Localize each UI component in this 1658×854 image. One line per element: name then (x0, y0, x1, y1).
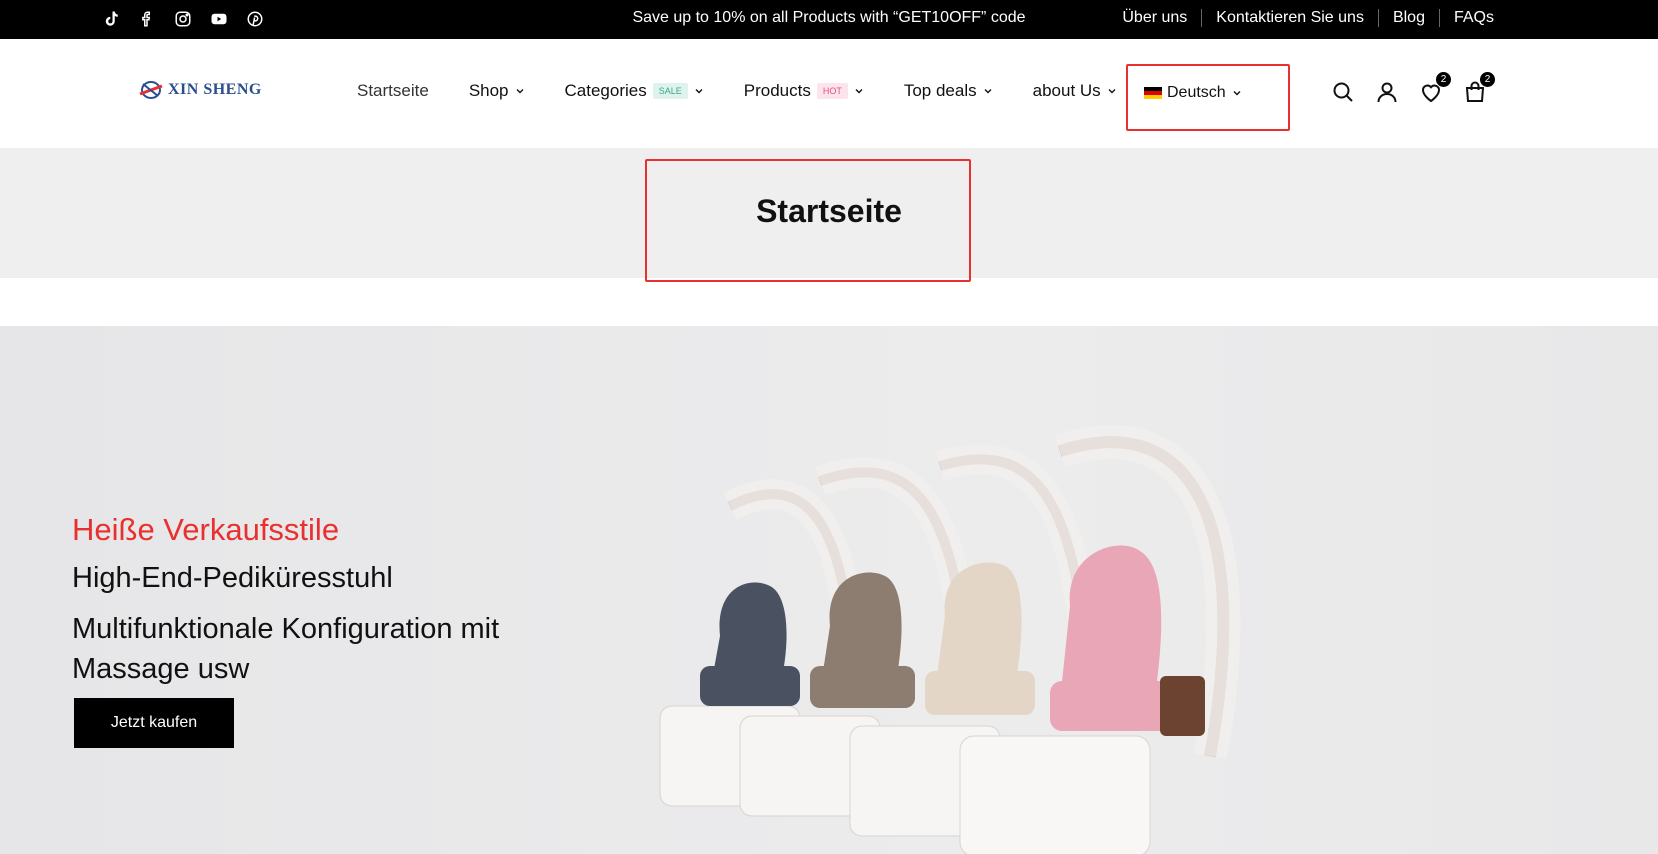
hero-heading: High-End-Pediküresstuhl (72, 562, 393, 594)
search-button[interactable] (1330, 79, 1356, 105)
wishlist-button[interactable]: 2 (1418, 71, 1452, 105)
nav-item-top-deals[interactable]: Top deals (904, 81, 993, 101)
user-icon (1377, 82, 1397, 103)
cart-count-badge: 2 (1479, 71, 1496, 88)
main-nav: Startseite Shop Categories SALE Products… (357, 81, 1157, 101)
language-selector[interactable]: Deutsch (1144, 84, 1242, 102)
account-button[interactable] (1374, 79, 1400, 105)
logo[interactable]: XIN SHENG (138, 80, 262, 100)
nav-item-products[interactable]: Products HOT (744, 81, 864, 101)
about-link[interactable]: Über uns (1108, 9, 1201, 27)
nav-item-about-us[interactable]: about Us (1033, 81, 1117, 101)
hot-tag: HOT (816, 83, 848, 99)
logo-text: XIN SHENG (168, 81, 262, 98)
wishlist-count-badge: 2 (1435, 71, 1452, 88)
sale-tag: SALE (652, 83, 688, 99)
hero-subtitle: Heiße Verkaufsstile (72, 512, 340, 547)
chevron-down-icon (984, 89, 992, 94)
blog-link[interactable]: Blog (1377, 9, 1439, 27)
language-selector-highlight: Deutsch (1126, 64, 1290, 131)
nav-item-shop[interactable]: Shop (469, 81, 525, 101)
pedicure-chairs-image (659, 425, 1241, 854)
nav-label: Shop (468, 81, 509, 100)
chevron-down-icon (855, 89, 863, 94)
nav-label: Top deals (903, 81, 977, 100)
main-header: XIN SHENG Startseite Shop Categories SAL… (0, 39, 1658, 148)
header-icons: 2 2 (1330, 71, 1496, 105)
logo-mark-icon (139, 81, 163, 99)
nav-label: about Us (1032, 81, 1101, 100)
hero-text: Heiße Verkaufsstile High-End-Pediküresst… (72, 512, 542, 689)
page-title-band: Startseite (0, 148, 1658, 282)
nav-label: Startseite (357, 81, 429, 100)
nav-label: Categories (564, 81, 647, 100)
nav-label: Products (743, 81, 811, 100)
cart-button[interactable]: 2 (1462, 71, 1496, 105)
top-links: Über uns Kontaktieren Sie uns Blog FAQs (1108, 9, 1494, 27)
german-flag-icon (1144, 87, 1162, 99)
announcement-bar: Save up to 10% on all Products with “GET… (0, 0, 1658, 39)
page-title: Startseite (756, 193, 902, 229)
chevron-down-icon (695, 89, 703, 94)
chevron-down-icon (1233, 91, 1241, 96)
nav-item-categories[interactable]: Categories SALE (565, 81, 704, 101)
shop-now-button[interactable]: Jetzt kaufen (74, 698, 234, 748)
hero-description: Multifunktionale Konfiguration mit Massa… (72, 613, 500, 685)
contact-link[interactable]: Kontaktieren Sie uns (1201, 9, 1378, 27)
nav-item-startseite[interactable]: Startseite (357, 81, 429, 101)
search-icon (1333, 82, 1353, 102)
language-label: Deutsch (1167, 84, 1226, 101)
hero-banner: Heiße Verkaufsstile High-End-Pediküresst… (0, 326, 1658, 854)
chevron-down-icon (1108, 89, 1116, 94)
faqs-link[interactable]: FAQs (1438, 9, 1494, 27)
chevron-down-icon (516, 89, 524, 94)
